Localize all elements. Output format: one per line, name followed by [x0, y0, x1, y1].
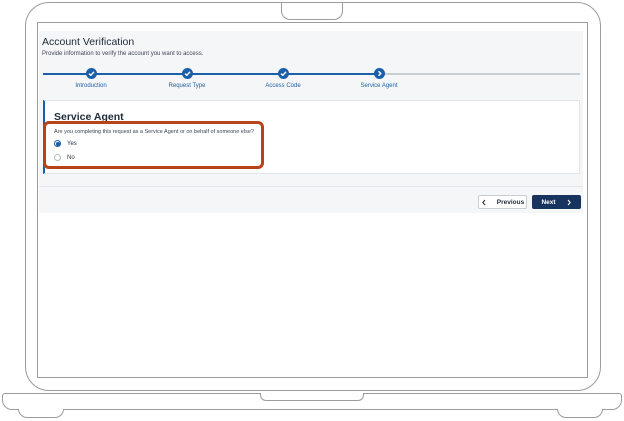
step-label-service-agent: Service Agent: [360, 83, 398, 89]
step-introduction-check-icon: [86, 68, 97, 79]
laptop-foot-left: [18, 409, 64, 418]
laptop-base-groove: [260, 393, 364, 401]
step-label-request-type[interactable]: Request Type: [169, 83, 206, 89]
laptop-screen: Account Verification Provide information…: [37, 22, 588, 378]
highlight-annotation-box: [43, 121, 264, 169]
chevron-right-icon: [567, 199, 571, 205]
step-request-type-check-icon: [182, 68, 193, 79]
step-access-code-check-icon: [278, 68, 289, 79]
stepper-remaining-line: [379, 73, 580, 75]
step-service-agent-chevron-right-icon: [374, 68, 385, 79]
page-title: Account Verification: [42, 36, 135, 48]
laptop-foot-right: [557, 409, 603, 418]
step-label-introduction[interactable]: Introduction: [75, 83, 106, 89]
page-subtitle: Provide information to verify the accoun…: [42, 51, 204, 57]
next-button-label: Next: [541, 198, 556, 206]
previous-button-label: Previous: [496, 198, 525, 206]
next-button[interactable]: Next: [532, 195, 581, 209]
step-label-access-code[interactable]: Access Code: [265, 83, 300, 89]
chevron-left-icon: [481, 199, 486, 205]
laptop-camera-notch: [281, 3, 343, 20]
footer-divider: [39, 186, 583, 187]
previous-button[interactable]: Previous: [478, 195, 527, 209]
